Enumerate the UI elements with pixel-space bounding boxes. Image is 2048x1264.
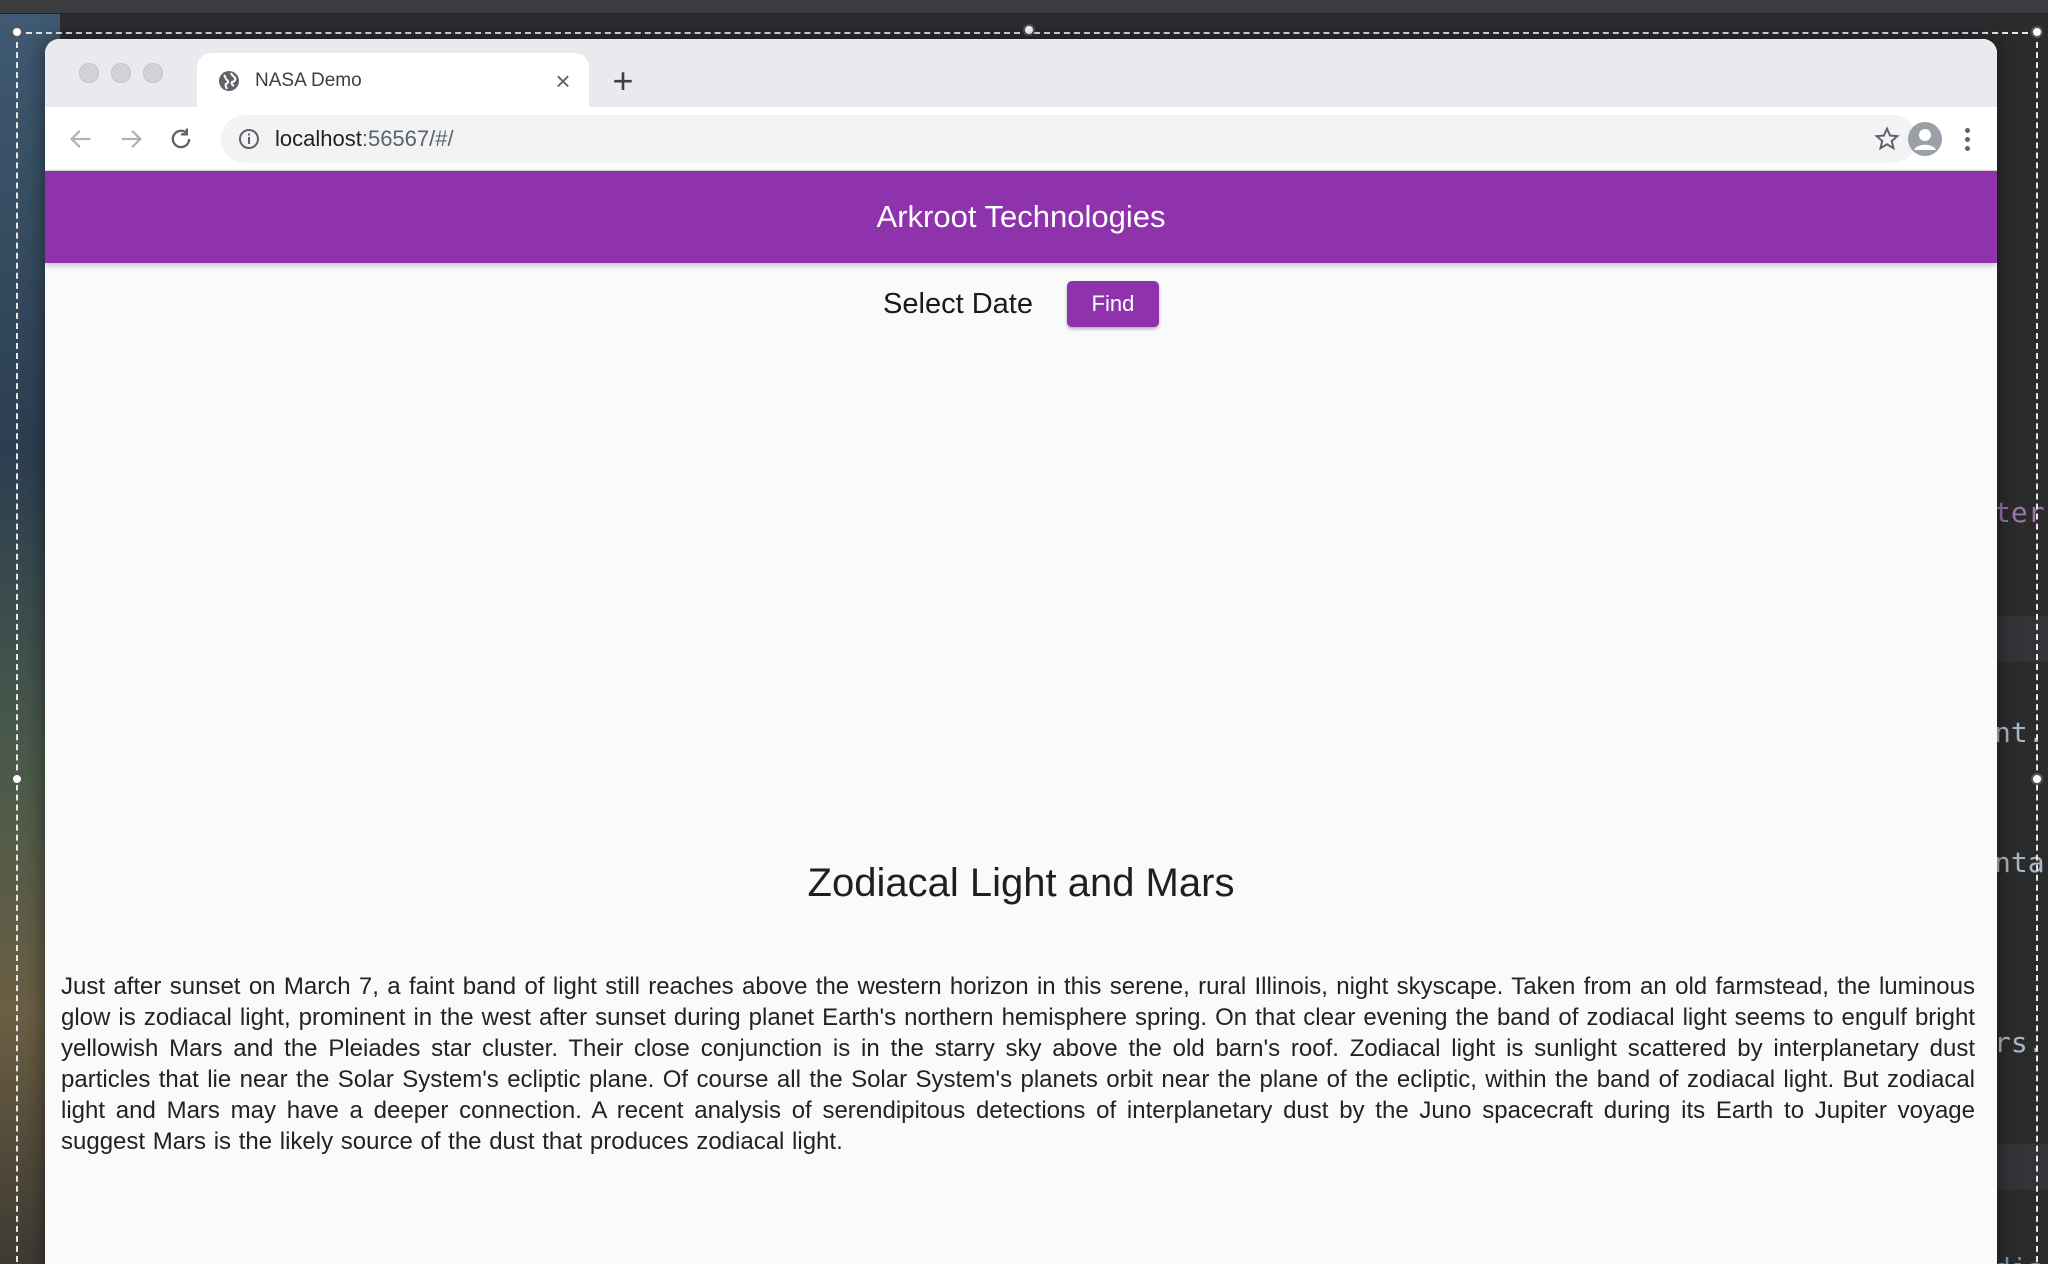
tab-strip: NASA Demo × + [45, 39, 1997, 109]
address-bar[interactable]: localhost:56567/#/ [221, 115, 1917, 163]
forward-arrow-icon[interactable] [113, 121, 149, 157]
close-tab-icon[interactable]: × [549, 67, 577, 95]
apod-explanation: Just after sunset on March 7, a faint ba… [61, 973, 1975, 1155]
browser-toolbar: localhost:56567/#/ [45, 107, 1997, 171]
selection-handle[interactable] [1023, 24, 1035, 36]
browser-tab[interactable]: NASA Demo × [197, 53, 589, 109]
reload-icon[interactable] [163, 121, 199, 157]
find-button[interactable]: Find [1066, 281, 1159, 327]
back-arrow-icon[interactable] [63, 121, 99, 157]
desktop-top-bar [0, 0, 2048, 14]
info-icon[interactable] [237, 127, 261, 151]
browser-menu-icon[interactable] [1955, 121, 1979, 157]
app-page: Arkroot Technologies Select Date Find Zo… [45, 171, 1997, 1264]
url-text[interactable]: localhost:56567/#/ [275, 126, 1871, 152]
window-close-control[interactable] [79, 63, 99, 83]
app-bar: Arkroot Technologies [45, 171, 1997, 263]
browser-window: NASA Demo × + localhost:56567/#/ Arkroot… [45, 39, 1997, 1264]
profile-avatar-icon[interactable] [1907, 121, 1943, 157]
selection-handle[interactable] [11, 26, 23, 38]
select-date-label: Select Date [883, 287, 1033, 320]
globe-icon [219, 71, 239, 91]
new-tab-icon[interactable]: + [605, 63, 641, 99]
selection-handle[interactable] [2031, 773, 2043, 785]
date-selector-row: Select Date Find [45, 279, 1997, 329]
url-path: :56567/#/ [361, 126, 454, 151]
app-title: Arkroot Technologies [876, 199, 1166, 234]
window-minimize-control[interactable] [111, 63, 131, 83]
window-zoom-control[interactable] [143, 63, 163, 83]
url-host: localhost [275, 126, 362, 151]
tab-title: NASA Demo [255, 70, 362, 91]
bookmark-star-icon[interactable] [1871, 123, 1903, 155]
selection-handle[interactable] [11, 773, 23, 785]
selection-handle[interactable] [2031, 26, 2043, 38]
apod-title: Zodiacal Light and Mars [807, 861, 1235, 905]
